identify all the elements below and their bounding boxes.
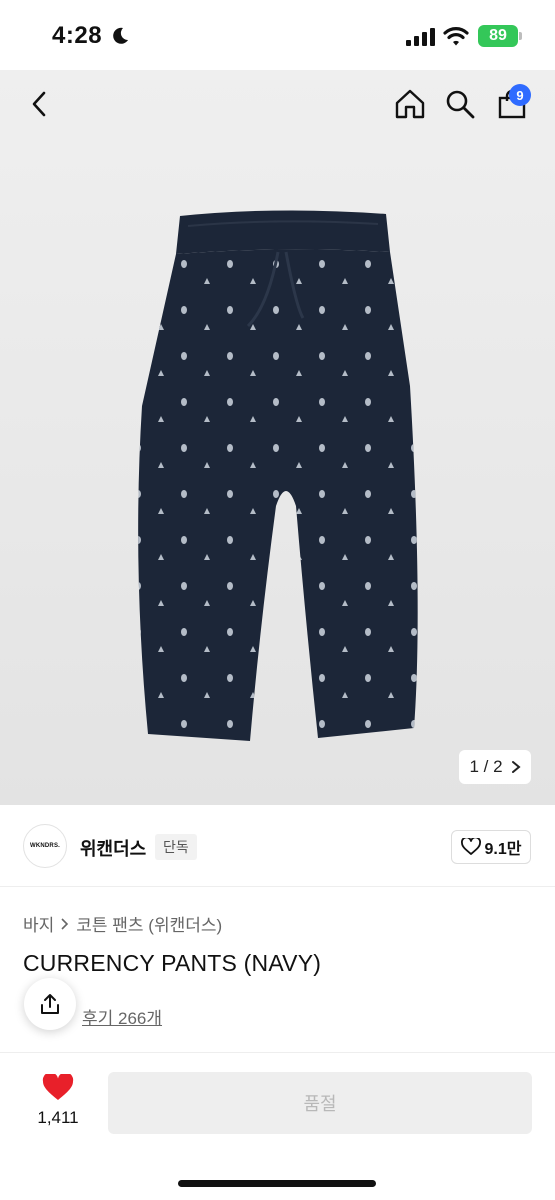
share-button[interactable]: [24, 978, 76, 1030]
back-icon: [32, 91, 46, 117]
brand-like-button[interactable]: 9.1만: [451, 830, 531, 864]
product-photo-pants: [138, 210, 418, 741]
chevron-right-icon: [61, 917, 69, 930]
battery-indicator: 89: [478, 25, 518, 47]
chevron-right-icon: [511, 761, 521, 773]
cart-count-badge: 9: [509, 84, 531, 106]
exclusive-tag: 단독: [155, 834, 197, 860]
heart-outline-icon: [460, 838, 481, 855]
gallery-pager[interactable]: 1 / 2: [459, 750, 531, 784]
status-bar: 4:28 89: [0, 0, 555, 70]
status-time: 4:28: [52, 22, 103, 49]
wifi-icon: [443, 27, 469, 46]
brand-row: WKNDRS. 위캔더스 단독 9.1만: [0, 805, 555, 887]
search-icon: [446, 90, 475, 119]
review-count-link[interactable]: 후기 266개: [82, 1004, 162, 1029]
home-button[interactable]: [390, 84, 430, 124]
breadcrumb-subcategory[interactable]: 코튼 팬츠 (위캔더스): [76, 911, 222, 936]
brand-name[interactable]: 위캔더스: [80, 835, 146, 861]
brand-like-count: 9.1만: [484, 841, 522, 858]
moon-icon: [113, 27, 128, 44]
share-icon: [41, 994, 59, 1014]
gallery-page-indicator: 1 / 2: [469, 757, 503, 776]
breadcrumb: 바지 코튼 팬츠 (위캔더스): [23, 911, 222, 936]
home-indicator: [178, 1180, 376, 1187]
product-page: 4:28 89 9 1 / 2 WKNDRS. 위캔더스 단독 9.1만 바지 …: [0, 0, 555, 1200]
home-icon: [395, 89, 425, 119]
sold-out-button[interactable]: 품절: [108, 1072, 532, 1134]
product-image-gallery[interactable]: 9 1 / 2: [0, 70, 555, 805]
heart-filled-icon: [42, 1074, 74, 1100]
divider: [0, 1052, 555, 1053]
battery-cap: [519, 32, 522, 40]
signal-icon: [406, 28, 435, 46]
brand-logo[interactable]: WKNDRS.: [23, 824, 67, 868]
wishlist-button[interactable]: 1,411: [28, 1072, 88, 1132]
breadcrumb-category[interactable]: 바지: [23, 911, 54, 936]
product-title: CURRENCY PANTS (NAVY): [23, 950, 322, 976]
back-button[interactable]: [20, 84, 60, 124]
wishlist-count: 1,411: [37, 1108, 79, 1127]
search-button[interactable]: [440, 84, 480, 124]
